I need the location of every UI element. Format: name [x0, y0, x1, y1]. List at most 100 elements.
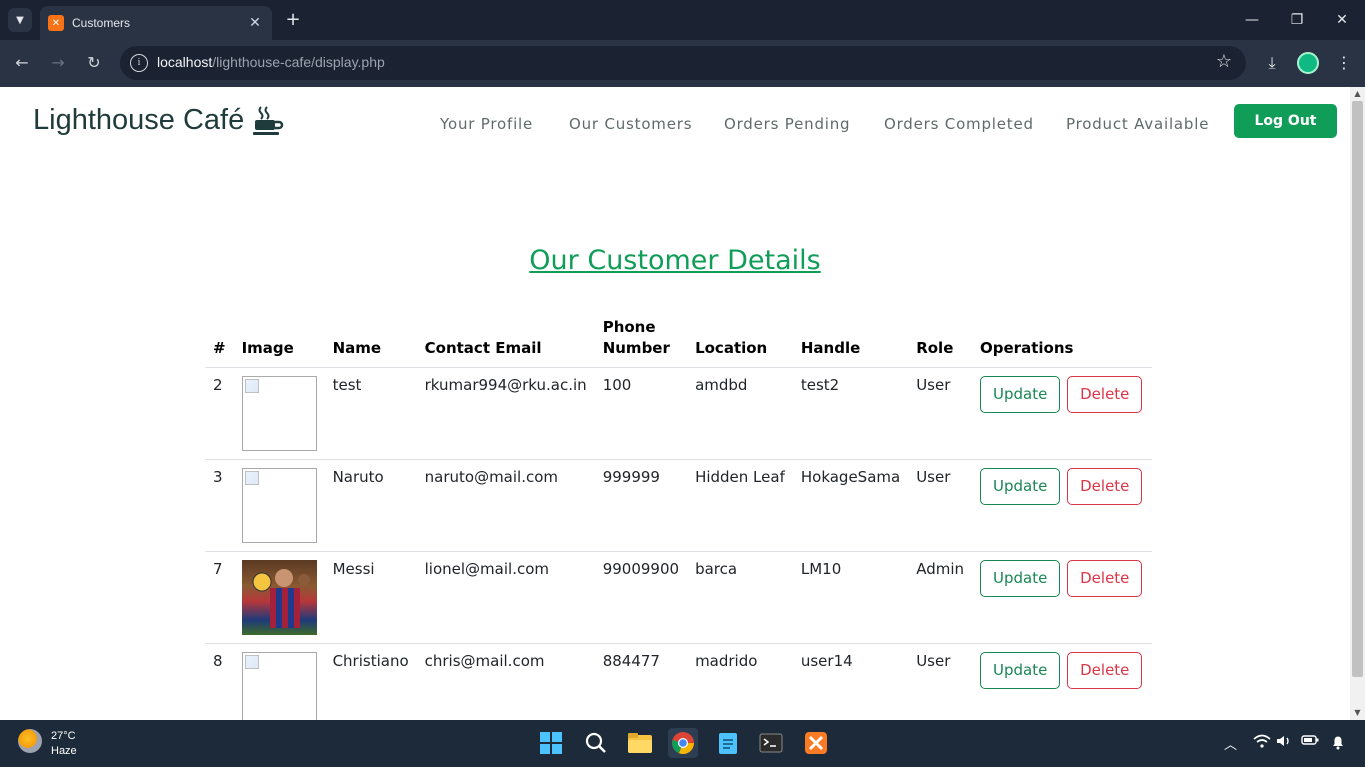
update-button[interactable]: Update [980, 375, 1061, 413]
forward-icon[interactable]: → [46, 51, 70, 75]
bookmark-star-icon[interactable]: ☆ [1216, 51, 1232, 72]
site-brand[interactable]: Lighthouse Café [33, 104, 284, 137]
table-row: 2 test rkumar994@rku.ac.in 100 amdbd tes… [205, 367, 1153, 460]
table-header-row: # Image Name Contact Email Phone Number … [205, 316, 1153, 368]
cell-phone: 999999 [594, 459, 688, 552]
taskbar: 27°C Haze ︿ [0, 720, 1365, 767]
cell-location: madrido [687, 643, 793, 720]
tray-overflow-icon[interactable]: ︿ [1224, 734, 1237, 753]
col-header-role: Role [908, 316, 973, 368]
temperature: 27°C [51, 730, 76, 742]
nav-orders-completed[interactable]: Orders Completed [884, 115, 1034, 133]
cell-location: barca [687, 551, 793, 644]
browser-toolbar: ← → ↻ i localhost/lighthouse-cafe/displa… [0, 40, 1365, 87]
cell-handle: HokageSama [792, 459, 909, 552]
back-icon[interactable]: ← [10, 51, 34, 75]
cell-image [233, 459, 325, 552]
broken-image-icon [241, 467, 317, 543]
logout-button[interactable]: Log Out [1234, 104, 1337, 138]
delete-button[interactable]: Delete [1067, 651, 1143, 689]
menu-icon[interactable]: ⋮ [1332, 51, 1356, 75]
browser-tab[interactable]: ✕ Customers ✕ [40, 6, 272, 40]
reload-icon[interactable]: ↻ [82, 51, 106, 75]
xampp-favicon-icon: ✕ [48, 15, 64, 31]
cell-id: 8 [205, 643, 234, 720]
cell-phone: 100 [594, 367, 688, 460]
nav-your-profile[interactable]: Your Profile [440, 115, 533, 133]
search-icon[interactable] [581, 728, 611, 758]
scroll-thumb[interactable] [1352, 101, 1363, 677]
scroll-up-icon[interactable]: ▲ [1350, 87, 1365, 101]
cell-operations: Update Delete [972, 459, 1153, 552]
broken-image-icon [241, 375, 317, 451]
table-row: 3 Naruto naruto@mail.com 999999 Hidden L… [205, 459, 1153, 552]
broken-image-icon [241, 651, 317, 720]
site-info-icon[interactable]: i [130, 54, 148, 72]
col-header-image: Image [233, 316, 325, 368]
col-header-email: Contact Email [416, 316, 595, 368]
cell-email: rkumar994@rku.ac.in [416, 367, 595, 460]
cell-handle: test2 [792, 367, 909, 460]
cell-name: Messi [324, 551, 417, 644]
cell-location: amdbd [687, 367, 793, 460]
nav-our-customers[interactable]: Our Customers [569, 115, 692, 133]
profile-avatar[interactable] [1297, 52, 1319, 74]
cell-email: naruto@mail.com [416, 459, 595, 552]
delete-button[interactable]: Delete [1067, 375, 1143, 413]
tab-search-icon[interactable]: ▼ [8, 8, 32, 32]
volume-icon[interactable] [1276, 734, 1292, 752]
cell-id: 7 [205, 551, 234, 644]
cell-operations: Update Delete [972, 367, 1153, 460]
delete-button[interactable]: Delete [1067, 467, 1143, 505]
cell-id: 3 [205, 459, 234, 552]
cell-email: lionel@mail.com [416, 551, 595, 644]
xampp-icon[interactable] [801, 728, 831, 758]
cell-image [233, 367, 325, 460]
vertical-scrollbar[interactable]: ▲ ▼ [1350, 87, 1365, 720]
close-window-icon[interactable]: ✕ [1330, 8, 1354, 32]
cell-name: Christiano [324, 643, 417, 720]
cell-image [233, 551, 325, 644]
restore-icon[interactable]: ❐ [1285, 8, 1309, 32]
wifi-icon[interactable] [1253, 734, 1271, 752]
notification-bell-icon[interactable] [1331, 734, 1345, 754]
update-button[interactable]: Update [980, 467, 1061, 505]
new-tab-icon[interactable]: + [282, 9, 304, 31]
customers-table: # Image Name Contact Email Phone Number … [205, 316, 1153, 720]
table-row: 7 Messi lionel@mail.com 99009900 barca L… [205, 551, 1153, 644]
chrome-icon[interactable] [668, 728, 698, 758]
file-explorer-icon[interactable] [625, 728, 655, 758]
url-text[interactable]: localhost/lighthouse-cafe/display.php [157, 54, 385, 70]
download-icon[interactable]: ⤓ [1260, 51, 1284, 75]
address-bar[interactable]: i localhost/lighthouse-cafe/display.php … [120, 46, 1246, 80]
weather-condition: Haze [51, 745, 77, 757]
battery-icon[interactable] [1301, 734, 1319, 750]
cell-role: User [908, 643, 973, 720]
update-button[interactable]: Update [980, 559, 1061, 597]
nav-product-available[interactable]: Product Available [1066, 115, 1209, 133]
delete-button[interactable]: Delete [1067, 559, 1143, 597]
cell-name: Naruto [324, 459, 417, 552]
start-icon[interactable] [536, 728, 566, 758]
cell-id: 2 [205, 367, 234, 460]
weather-widget[interactable]: 27°C Haze [18, 729, 77, 759]
terminal-icon[interactable] [756, 728, 786, 758]
scroll-down-icon[interactable]: ▼ [1350, 706, 1365, 720]
col-header-name: Name [324, 316, 417, 368]
col-header-phone: Phone Number [594, 316, 688, 368]
cell-email: chris@mail.com [416, 643, 595, 720]
col-header-id: # [205, 316, 234, 368]
brand-name: Lighthouse Café [33, 104, 245, 136]
update-button[interactable]: Update [980, 651, 1061, 689]
close-tab-icon[interactable]: ✕ [246, 15, 264, 31]
tab-title: Customers [72, 16, 131, 30]
minimize-icon[interactable]: — [1240, 8, 1264, 32]
nav-orders-pending[interactable]: Orders Pending [724, 115, 850, 133]
cell-location: Hidden Leaf [687, 459, 793, 552]
cell-phone: 884477 [594, 643, 688, 720]
cell-handle: user14 [792, 643, 909, 720]
browser-tab-strip: ▼ ✕ Customers ✕ + — ❐ ✕ [0, 0, 1365, 40]
customer-photo [241, 559, 317, 635]
cell-handle: LM10 [792, 551, 909, 644]
notepad-icon[interactable] [713, 728, 743, 758]
